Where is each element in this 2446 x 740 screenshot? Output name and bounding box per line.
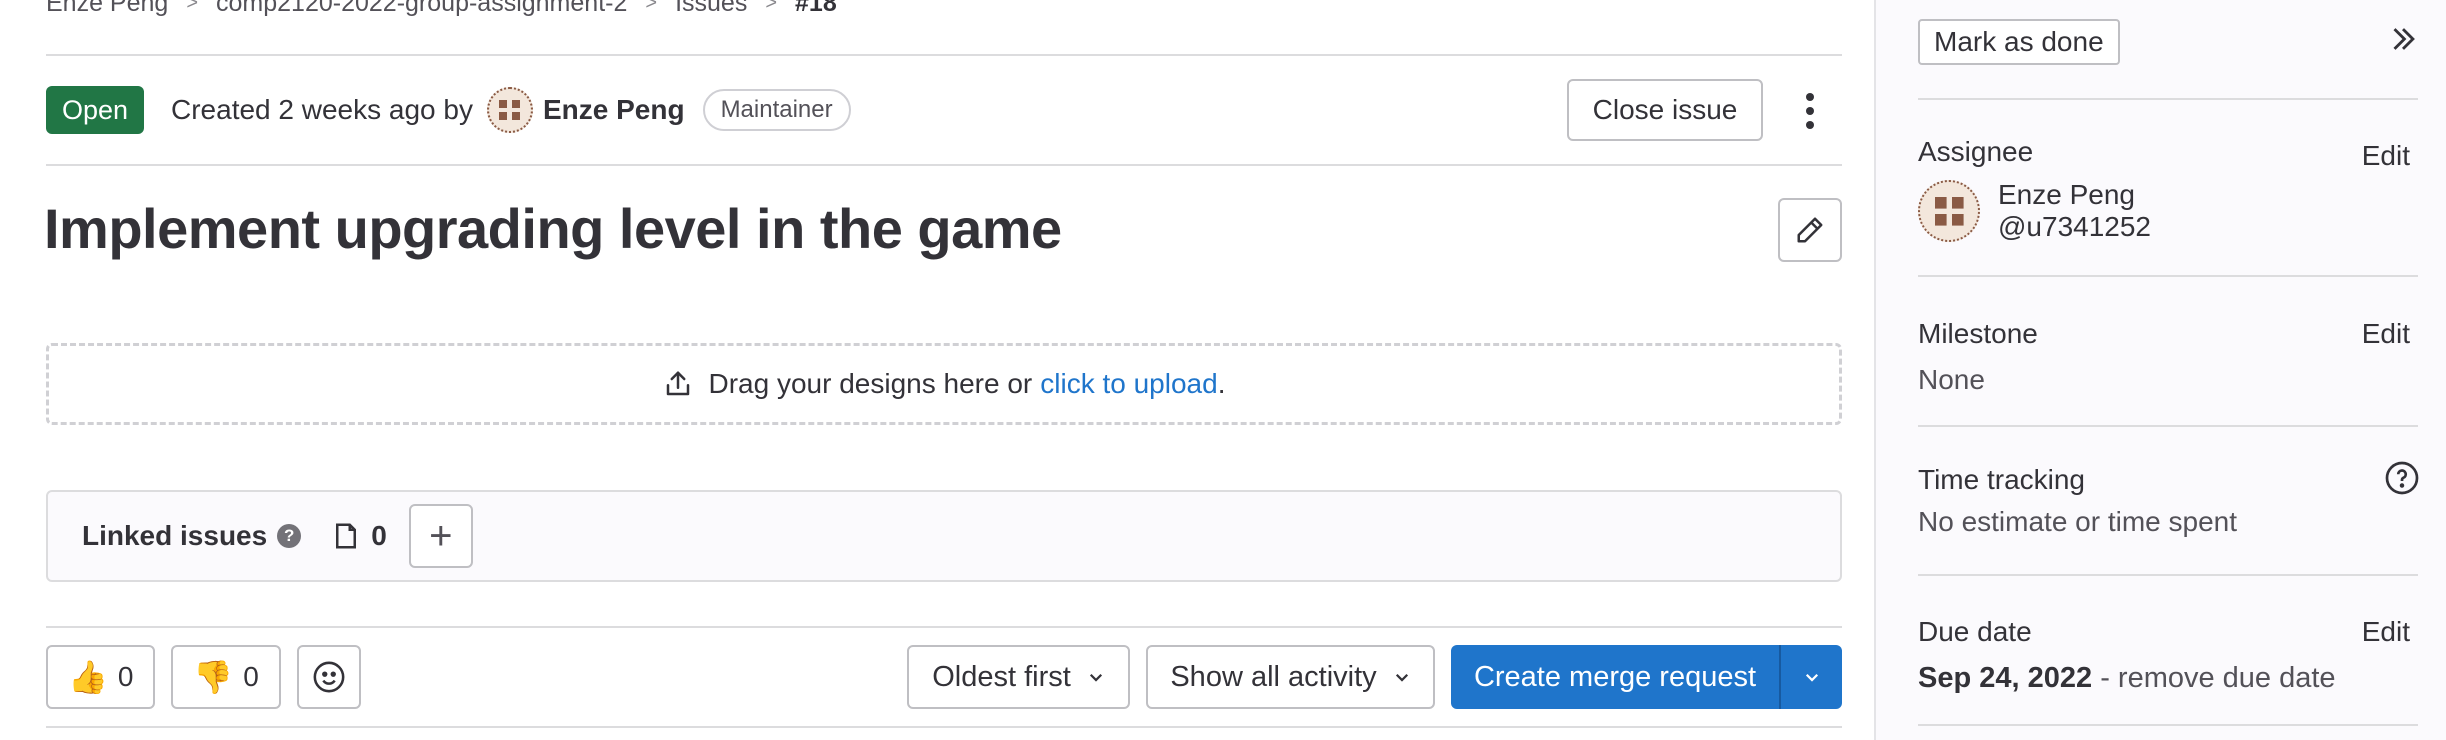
- smiley-icon: [313, 661, 345, 693]
- author-avatar[interactable]: [486, 87, 533, 133]
- milestone-value: None: [1918, 364, 1985, 395]
- breadcrumb-project[interactable]: comp2120-2022-group-assignment-2: [216, 0, 627, 18]
- thumbs-up-count: 0: [117, 661, 134, 692]
- award-emoji-bar: 👍 0 👎 0: [46, 645, 361, 709]
- create-merge-request-button[interactable]: Create merge request: [1451, 645, 1779, 709]
- issue-title: Implement upgrading level in the game: [44, 197, 1062, 260]
- pencil-icon: [1797, 217, 1823, 243]
- remove-due-date-link[interactable]: remove due date: [2118, 662, 2336, 694]
- breadcrumb: Enze Peng > comp2120-2022-group-assignme…: [46, 0, 837, 18]
- upload-icon: [666, 371, 689, 396]
- divider: [1918, 98, 2418, 100]
- linked-issues-label: Linked issues: [82, 520, 268, 551]
- created-text: Created 2 weeks ago by: [171, 94, 473, 125]
- breadcrumb-user[interactable]: Enze Peng: [46, 0, 168, 18]
- kebab-icon[interactable]: [1790, 90, 1830, 132]
- status-badge: Open: [46, 86, 145, 134]
- sort-dropdown[interactable]: Oldest first: [907, 645, 1130, 709]
- chevron-down-icon: [1805, 673, 1818, 682]
- due-date-value: Sep 24, 2022 - remove due date: [1918, 662, 2336, 695]
- linked-issues-card: Linked issues ? 0 +: [46, 490, 1842, 582]
- breadcrumb-issues[interactable]: Issues: [675, 0, 747, 18]
- linked-issues-count: 0: [333, 520, 387, 552]
- activity-filter-label: Show all activity: [1170, 660, 1377, 693]
- click-to-upload-link[interactable]: click to upload: [1040, 368, 1217, 400]
- due-date-separator: -: [2092, 662, 2118, 694]
- chevron-right-icon: >: [645, 0, 658, 14]
- thumbs-down-count: 0: [243, 661, 259, 692]
- dropzone-text: Drag your designs here or: [708, 368, 1033, 399]
- divider: [46, 164, 1842, 166]
- thumbs-down-button[interactable]: 👎 0: [171, 645, 281, 709]
- assignee-label: Assignee: [1918, 136, 2034, 167]
- thumbs-up-icon: 👍: [68, 659, 108, 695]
- issue-sidebar: Mark as done Assignee Edit Enze Peng @u7…: [1874, 0, 2446, 740]
- divider: [1918, 724, 2418, 726]
- edit-title-button[interactable]: [1778, 198, 1842, 262]
- design-dropzone[interactable]: Drag your designs here or click to uploa…: [46, 343, 1842, 425]
- assignee-user[interactable]: Enze Peng @u7341252: [1918, 179, 2151, 243]
- sort-label: Oldest first: [932, 660, 1071, 693]
- help-circle-icon[interactable]: [2384, 460, 2420, 496]
- time-tracking-label: Time tracking: [1918, 464, 2086, 495]
- activity-filter-dropdown[interactable]: Show all activity: [1146, 645, 1435, 709]
- dropzone-suffix: .: [1217, 368, 1226, 399]
- add-reaction-button[interactable]: [296, 645, 361, 709]
- plus-icon[interactable]: +: [408, 504, 473, 568]
- due-date: Sep 24, 2022: [1918, 662, 2093, 694]
- create-merge-request-split-button: Create merge request: [1451, 645, 1842, 709]
- issue-count-icon: [336, 523, 357, 549]
- time-tracking-value: No estimate or time spent: [1918, 506, 2238, 537]
- avatar: [1918, 180, 1980, 242]
- divider: [1918, 574, 2418, 576]
- divider: [46, 54, 1842, 56]
- milestone-label: Milestone: [1918, 318, 2038, 349]
- divider: [1918, 275, 2418, 277]
- divider: [46, 726, 1842, 728]
- chevron-right-icon: >: [765, 0, 778, 14]
- role-badge: Maintainer: [702, 89, 851, 131]
- milestone-edit-link[interactable]: Edit: [2362, 318, 2410, 350]
- due-date-edit-link[interactable]: Edit: [2362, 616, 2410, 648]
- mark-as-done-button[interactable]: Mark as done: [1918, 19, 2120, 65]
- author-link[interactable]: Enze Peng: [543, 94, 685, 126]
- assignee-username: @u7341252: [1998, 211, 2152, 242]
- close-issue-button[interactable]: Close issue: [1567, 79, 1763, 141]
- create-merge-request-dropdown[interactable]: [1779, 645, 1842, 709]
- double-chevron-right-icon[interactable]: [2386, 22, 2420, 56]
- issue-meta: Created 2 weeks ago by Enze Peng Maintai…: [171, 87, 851, 133]
- chevron-down-icon: [1089, 673, 1102, 682]
- thumbs-up-button[interactable]: 👍 0: [46, 645, 156, 709]
- chevron-right-icon: >: [186, 0, 199, 14]
- divider: [46, 626, 1842, 628]
- linked-issues-count-value: 0: [371, 520, 387, 551]
- question-icon[interactable]: ?: [277, 524, 302, 548]
- issue-main: Enze Peng > comp2120-2022-group-assignme…: [0, 0, 1874, 740]
- due-date-label: Due date: [1918, 616, 2032, 647]
- assignee-edit-link[interactable]: Edit: [2362, 140, 2410, 172]
- thumbs-down-icon: 👎: [193, 659, 234, 695]
- breadcrumb-current-issue[interactable]: #18: [795, 0, 837, 18]
- chevron-down-icon: [1395, 673, 1408, 682]
- divider: [1918, 425, 2418, 427]
- assignee-name: Enze Peng: [1998, 179, 2135, 210]
